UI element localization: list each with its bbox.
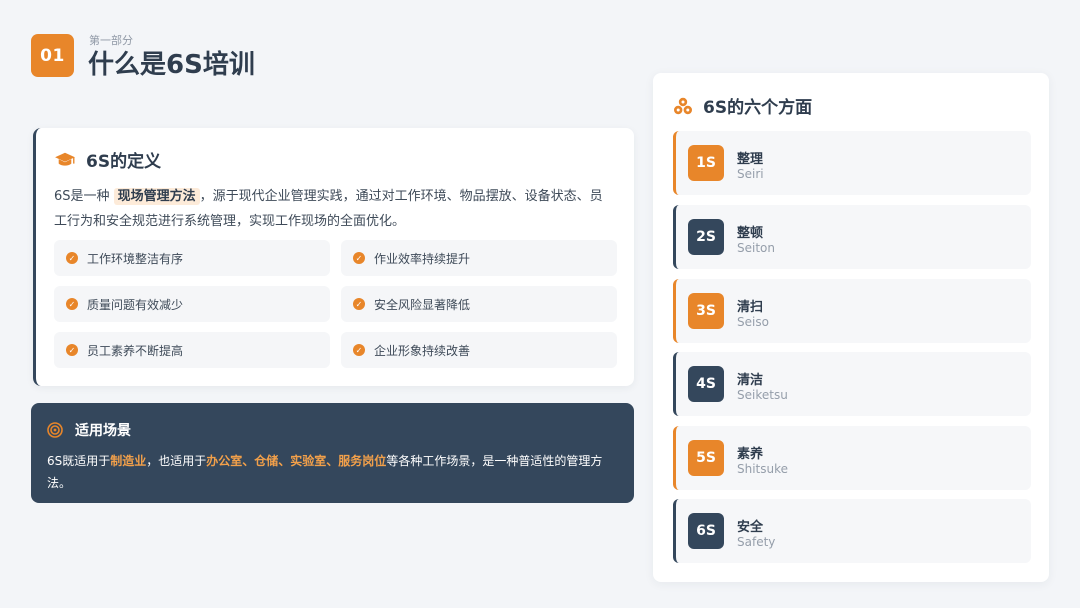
feature-item: ✓ 企业形象持续改善	[341, 332, 617, 368]
aspect-name: 整顿	[737, 226, 764, 241]
aspect-name: 安全	[737, 520, 764, 535]
scenario-header: 适用场景	[47, 420, 131, 440]
feature-item: ✓ 工作环境整洁有序	[54, 240, 330, 276]
definition-card: 6S的定义 6S是一种 现场管理方法 ，源于现代企业管理实践，通过对工作环境、物品…	[33, 128, 634, 386]
check-icon: ✓	[66, 252, 78, 264]
aspect-romaji: Seiketsu	[737, 388, 788, 402]
aspect-code-badge: 5S	[688, 440, 724, 476]
definition-title: 6S的定义	[86, 152, 162, 172]
scenario-highlight: 制造业	[110, 454, 147, 468]
scenario-text-part: ，也适用于	[146, 454, 207, 468]
feature-label: 企业形象持续改善	[374, 343, 471, 358]
aspect-code-badge: 3S	[688, 293, 724, 329]
feature-label: 安全风险显著降低	[374, 297, 471, 312]
aspects-header: 6S的六个方面	[673, 93, 812, 118]
section-number-badge: 01	[31, 34, 74, 77]
aspect-name: 素养	[737, 447, 764, 462]
aspect-code-badge: 4S	[688, 366, 724, 402]
aspect-item: 4S 清洁 Seiketsu	[673, 352, 1031, 416]
aspect-romaji: Seiri	[737, 167, 764, 181]
scenario-text: 6S既适用于制造业，也适用于办公室、仓储、实验室、服务岗位等各种工作场景，是一种…	[47, 450, 622, 494]
aspect-item: 2S 整顿 Seiton	[673, 205, 1031, 269]
aspects-panel: 6S的六个方面 1S 整理 Seiri 2S 整顿 Seiton 3S 清扫 S…	[653, 73, 1049, 582]
scenario-text-part: 6S既适用于	[47, 454, 111, 468]
page-title: 什么是6S培训	[88, 50, 255, 80]
scenario-title: 适用场景	[75, 423, 131, 439]
check-icon: ✓	[66, 298, 78, 310]
check-icon: ✓	[66, 344, 78, 356]
aspect-romaji: Safety	[737, 535, 776, 549]
aspects-title: 6S的六个方面	[703, 98, 813, 118]
aspect-romaji: Seiso	[737, 315, 769, 329]
cubes-icon	[674, 97, 692, 114]
aspect-code-badge: 6S	[688, 513, 724, 549]
aspect-item: 3S 清扫 Seiso	[673, 279, 1031, 343]
check-icon: ✓	[353, 252, 365, 264]
check-icon: ✓	[353, 298, 365, 310]
feature-label: 工作环境整洁有序	[87, 251, 184, 266]
aspect-name: 清洁	[737, 373, 764, 388]
aspect-code-badge: 1S	[688, 145, 724, 181]
aspect-item: 6S 安全 Safety	[673, 499, 1031, 563]
definition-header: 6S的定义	[54, 147, 161, 172]
aspect-item: 1S 整理 Seiri	[673, 131, 1031, 195]
check-icon: ✓	[353, 344, 365, 356]
definition-text-before: 6S是一种	[54, 189, 114, 204]
graduation-cap-icon	[55, 152, 75, 166]
aspect-name: 清扫	[737, 300, 764, 315]
aspect-item: 5S 素养 Shitsuke	[673, 426, 1031, 490]
feature-label: 质量问题有效减少	[87, 297, 184, 312]
feature-item: ✓ 员工素养不断提高	[54, 332, 330, 368]
definition-highlight: 现场管理方法	[113, 188, 200, 205]
feature-item: ✓ 质量问题有效减少	[54, 286, 330, 322]
feature-item: ✓ 安全风险显著降低	[341, 286, 617, 322]
aspect-code-badge: 2S	[688, 219, 724, 255]
definition-text: 6S是一种 现场管理方法 ，源于现代企业管理实践，通过对工作环境、物品摆放、设备状…	[54, 184, 614, 234]
scenario-card: 适用场景 6S既适用于制造业，也适用于办公室、仓储、实验室、服务岗位等各种工作场…	[31, 403, 634, 503]
aspect-romaji: Shitsuke	[737, 462, 789, 476]
target-icon	[47, 422, 63, 438]
section-number: 01	[40, 45, 65, 66]
feature-item: ✓ 作业效率持续提升	[341, 240, 617, 276]
scenario-highlight: 办公室、仓储、实验室、服务岗位	[206, 454, 387, 468]
aspect-name: 整理	[737, 152, 764, 167]
feature-label: 作业效率持续提升	[374, 251, 471, 266]
feature-label: 员工素养不断提高	[87, 343, 184, 358]
aspect-romaji: Seiton	[737, 241, 775, 255]
